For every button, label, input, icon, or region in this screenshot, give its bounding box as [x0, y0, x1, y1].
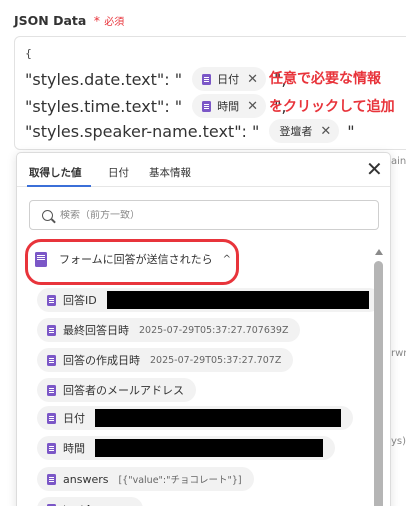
tab-basic-info[interactable]: 基本情報 [149, 165, 191, 180]
item-label: 回答ID [63, 294, 97, 307]
form-icon [35, 251, 47, 267]
document-icon [202, 73, 212, 85]
chip-label: 日付 [217, 73, 240, 86]
document-icon [47, 384, 56, 396]
remove-chip-icon[interactable]: ✕ [247, 99, 258, 114]
tab-fetched-values[interactable]: 取得した値 [29, 165, 82, 180]
search-box[interactable] [29, 200, 379, 230]
json-suffix: " [347, 121, 355, 141]
list-item-date[interactable]: 日付 [37, 406, 353, 430]
variable-chip-date[interactable]: 日付 ✕ [192, 67, 266, 91]
item-label: 回答の作成日時 [63, 354, 140, 367]
trigger-section-header[interactable]: フォームに回答が送信されたら ^ [35, 251, 231, 267]
json-line-date: "styles.date.text": " 日付 ✕ ", [25, 67, 286, 91]
list-item-text-answers[interactable]: textAnswers [37, 497, 143, 506]
item-label: 最終回答日時 [63, 324, 129, 337]
json-key: "styles.speaker-name.text": " [25, 121, 260, 141]
item-label: answers [63, 472, 109, 486]
json-data-label: JSON Data * 必須 [14, 13, 124, 28]
open-brace: { [25, 47, 32, 60]
item-value: 2025-07-29T05:37:27.707639Z [139, 324, 289, 336]
document-icon [202, 100, 212, 112]
variable-chip-time[interactable]: 時間 ✕ [192, 94, 267, 118]
item-label: 回答者のメールアドレス [63, 384, 184, 397]
tab-date[interactable]: 日付 [108, 165, 129, 180]
item-value: 2025-07-29T05:37:27.707Z [150, 354, 282, 366]
item-label: 時間 [63, 442, 85, 455]
list-item-email[interactable]: 回答者のメールアドレス [37, 378, 196, 402]
json-key: "styles.time.text": " [25, 96, 183, 116]
search-icon [42, 209, 53, 221]
item-label: textAnswers [63, 503, 131, 506]
list-item-answers[interactable]: answers [{"value":"チョコレート"}] [37, 467, 254, 491]
list-item-response-id[interactable]: 回答ID [37, 288, 381, 312]
list-item-created-at[interactable]: 回答の作成日時 2025-07-29T05:37:27.707Z [37, 348, 294, 372]
scrollbar[interactable] [374, 249, 384, 506]
background-text: ys). [391, 436, 406, 447]
json-line-speaker: "styles.speaker-name.text": " 登壇者 ✕ " [25, 119, 355, 143]
document-icon [47, 473, 56, 485]
field-label-text: JSON Data [14, 13, 87, 28]
trigger-label: フォームに回答が送信されたら [59, 253, 213, 266]
active-tab-indicator [27, 185, 91, 187]
item-value: [{"value":"チョコレート"}] [118, 475, 242, 486]
close-icon[interactable]: ✕ [366, 159, 383, 179]
redacted-value [106, 291, 369, 309]
document-icon [47, 324, 56, 336]
remove-chip-icon[interactable]: ✕ [247, 72, 258, 87]
redacted-value [95, 409, 341, 427]
background-text: rwri [391, 348, 406, 359]
chip-label: 登壇者 [279, 125, 313, 138]
item-label: 日付 [63, 412, 85, 425]
tab-bar: 取得した値 日付 基本情報 ✕ [17, 153, 390, 187]
chevron-up-icon[interactable]: ^ [223, 254, 231, 265]
scroll-up-arrow-icon[interactable] [375, 249, 383, 255]
value-picker-panel: 取得した値 日付 基本情報 ✕ フォームに回答が送信されたら ^ 回答ID 最終… [16, 152, 391, 506]
remove-chip-icon[interactable]: ✕ [320, 124, 331, 139]
chip-label: 時間 [217, 100, 240, 113]
annotation-line-2: をクリックして追加 [269, 99, 395, 115]
background-text: aine [391, 156, 406, 167]
document-icon [47, 412, 56, 424]
json-key: "styles.date.text": " [25, 69, 183, 89]
scrollbar-thumb[interactable] [374, 261, 383, 506]
redacted-value [95, 439, 323, 457]
list-item-time[interactable]: 時間 [37, 436, 335, 460]
document-icon [47, 354, 56, 366]
json-line-time: "styles.time.text": " 時間 ✕ ", [25, 94, 287, 118]
annotation-line-1: 任意で必要な情報 [269, 71, 381, 87]
list-item-last-answered[interactable]: 最終回答日時 2025-07-29T05:37:27.707639Z [37, 318, 301, 342]
variable-chip-speaker[interactable]: 登壇者 ✕ [269, 119, 340, 143]
search-input[interactable] [60, 209, 360, 221]
required-star: * [93, 13, 100, 28]
required-text: 必須 [104, 17, 125, 28]
document-icon [47, 442, 56, 454]
document-icon [47, 294, 56, 306]
